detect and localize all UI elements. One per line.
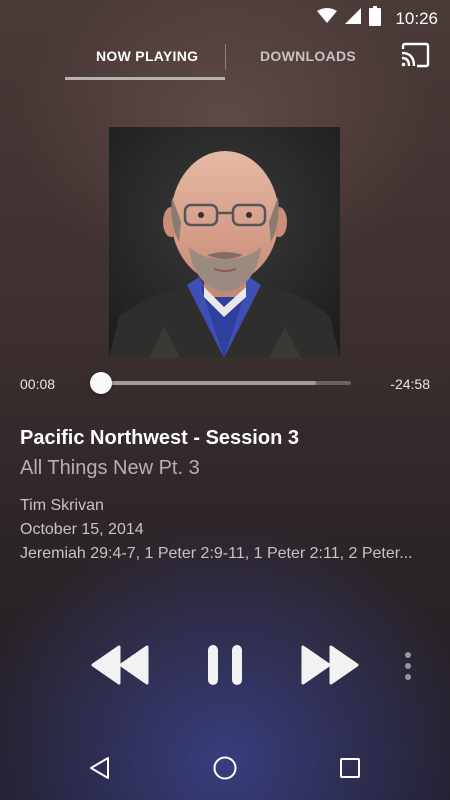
speaker-name: Tim Skrivan bbox=[20, 497, 104, 514]
active-tab-indicator bbox=[65, 77, 225, 80]
seek-thumb[interactable] bbox=[90, 372, 112, 394]
rewind-button[interactable] bbox=[88, 642, 152, 692]
status-bar: 10:26 bbox=[0, 0, 450, 32]
cast-button[interactable] bbox=[398, 42, 432, 72]
tab-now-playing[interactable]: NOW PLAYING bbox=[96, 48, 198, 64]
speaker-portrait-image bbox=[109, 127, 340, 358]
remaining-time: -24:58 bbox=[390, 376, 430, 392]
fast-forward-icon bbox=[301, 645, 359, 690]
nav-back-button[interactable] bbox=[84, 754, 116, 786]
nav-recent-apps-icon bbox=[339, 757, 361, 784]
wifi-icon bbox=[317, 8, 338, 29]
nav-home-button[interactable] bbox=[209, 754, 241, 786]
seek-bar-buffered bbox=[100, 381, 316, 385]
episode-title: Pacific Northwest - Session 3 bbox=[20, 427, 299, 449]
nav-recent-apps-button[interactable] bbox=[334, 754, 366, 786]
status-icons: 10:26 bbox=[317, 6, 438, 31]
more-options-button[interactable] bbox=[396, 648, 420, 688]
signal-icon bbox=[345, 8, 362, 29]
rewind-icon bbox=[91, 645, 149, 690]
nav-back-icon bbox=[88, 756, 112, 785]
nav-home-icon bbox=[212, 755, 238, 786]
fast-forward-button[interactable] bbox=[298, 642, 362, 692]
episode-subtitle: All Things New Pt. 3 bbox=[20, 457, 200, 479]
status-time: 10:26 bbox=[395, 8, 438, 28]
album-artwork bbox=[109, 127, 340, 358]
pause-button[interactable] bbox=[200, 642, 250, 692]
elapsed-time: 00:08 bbox=[20, 376, 56, 392]
episode-date: October 15, 2014 bbox=[20, 521, 144, 538]
pause-icon bbox=[206, 643, 244, 692]
tab-divider bbox=[225, 44, 226, 70]
scripture-references: Jeremiah 29:4-7, 1 Peter 2:9-11, 1 Peter… bbox=[20, 545, 413, 562]
system-nav-bar bbox=[0, 740, 450, 800]
seek-bar[interactable] bbox=[100, 381, 351, 385]
cast-icon bbox=[400, 42, 430, 73]
tab-downloads[interactable]: DOWNLOADS bbox=[260, 48, 356, 64]
more-vert-icon bbox=[404, 651, 412, 686]
battery-icon bbox=[369, 6, 382, 31]
